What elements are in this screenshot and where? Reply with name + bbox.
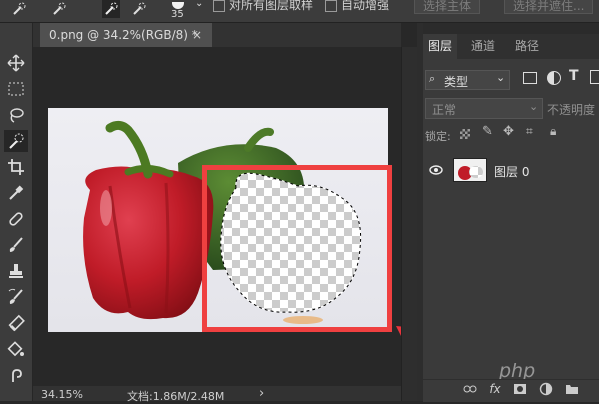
tab-layers[interactable]: 图层: [423, 34, 458, 59]
lock-all-icon[interactable]: 🔒︎: [550, 124, 556, 139]
vertical-scrollbar[interactable]: [401, 47, 418, 401]
brush-picker-chevron-icon[interactable]: ⌄: [195, 0, 203, 9]
eyedropper-tool-icon[interactable]: [4, 182, 28, 204]
subtract-from-selection-mode-icon[interactable]: [130, 0, 148, 18]
options-bar: 35 ⌄ 对所有图层取样 自动增强 选择主体 选择并遮住...: [0, 0, 599, 23]
chevron-down-icon: ⌄: [496, 71, 506, 84]
blend-mode-value: 正常: [432, 103, 457, 117]
link-icon[interactable]: [462, 381, 478, 397]
search-icon: ⌕: [429, 72, 436, 85]
layer-filter-select[interactable]: ⌕ 类型 ⌄: [425, 70, 510, 90]
lock-transparent-pixels-icon[interactable]: [460, 129, 470, 139]
status-bar: 34.15% 文档:1.86M/2.48M ›: [33, 386, 401, 403]
history-brush-tool-icon[interactable]: [4, 286, 28, 308]
chevron-down-icon: ⌄: [529, 100, 539, 113]
clone-stamp-tool-icon[interactable]: [4, 260, 28, 282]
sample-all-layers-checkbox[interactable]: [213, 0, 225, 12]
zoom-level[interactable]: 34.15%: [41, 388, 83, 401]
layer-row[interactable]: 图层 0: [423, 156, 599, 184]
auto-enhance-label: 自动增强: [341, 0, 390, 12]
lock-artboard-icon[interactable]: ⌗: [526, 124, 533, 139]
tab-channels[interactable]: 通道: [466, 34, 500, 59]
adjustment-icon[interactable]: [538, 381, 554, 397]
filter-type-layer-icon[interactable]: T: [569, 68, 579, 84]
brush-size-value: 35: [171, 9, 184, 20]
status-menu-arrow-icon[interactable]: ›: [259, 386, 264, 401]
new-selection-mode-icon[interactable]: [50, 0, 68, 18]
quick-select-tool-preset-icon[interactable]: [10, 0, 28, 18]
healing-brush-tool-icon[interactable]: [4, 208, 28, 230]
eraser-tool-icon[interactable]: [4, 312, 28, 334]
document-size: 文档:1.86M/2.48M: [127, 390, 225, 403]
layer-thumbnail[interactable]: [453, 158, 487, 182]
panel-header-strip: [423, 23, 599, 34]
brush-tool-icon[interactable]: [4, 234, 28, 256]
opacity-label: 不透明度: [547, 103, 596, 117]
auto-enhance-checkbox[interactable]: [325, 0, 337, 12]
select-subject-button[interactable]: 选择主体: [414, 0, 481, 14]
select-and-mask-button[interactable]: 选择并遮住...: [504, 0, 594, 14]
lasso-tool-icon[interactable]: [4, 104, 28, 126]
lock-image-pixels-icon[interactable]: ✎: [482, 124, 493, 139]
eye-visibility-icon[interactable]: [429, 165, 443, 175]
crop-tool-icon[interactable]: [4, 156, 28, 178]
highlight-box: [202, 165, 392, 332]
document-tab[interactable]: 0.png @ 34.2%(RGB/8) * ×: [40, 23, 212, 47]
move-tool-icon[interactable]: [4, 52, 28, 74]
sample-all-layers-label: 对所有图层取样: [229, 0, 314, 12]
close-tab-icon[interactable]: ×: [192, 23, 202, 47]
brush-preview-icon[interactable]: [171, 0, 185, 9]
add-mask-icon[interactable]: [512, 381, 528, 397]
layer-filter-value: 类型: [444, 75, 469, 89]
quick-selection-tool-icon[interactable]: [4, 130, 28, 152]
lock-position-icon[interactable]: ✥: [503, 124, 514, 139]
smudge-tool-icon[interactable]: [4, 364, 28, 386]
layer-name[interactable]: 图层 0: [494, 163, 529, 180]
filter-pixel-layer-icon[interactable]: [523, 72, 537, 84]
marquee-tool-icon[interactable]: [4, 78, 28, 100]
blend-mode-select[interactable]: 正常 ⌄: [425, 98, 543, 119]
lock-label: 锁定:: [425, 130, 451, 143]
filter-shape-layer-icon[interactable]: [590, 70, 599, 84]
new-group-icon[interactable]: [564, 381, 580, 397]
fx-icon[interactable]: fx: [487, 381, 503, 397]
add-to-selection-mode-icon[interactable]: [102, 0, 120, 18]
paint-bucket-tool-icon[interactable]: [4, 338, 28, 360]
filter-adjustment-layer-icon[interactable]: [547, 71, 561, 85]
document-tab-title: 0.png @ 34.2%(RGB/8) *: [49, 28, 198, 42]
tab-paths[interactable]: 路径: [510, 34, 544, 59]
